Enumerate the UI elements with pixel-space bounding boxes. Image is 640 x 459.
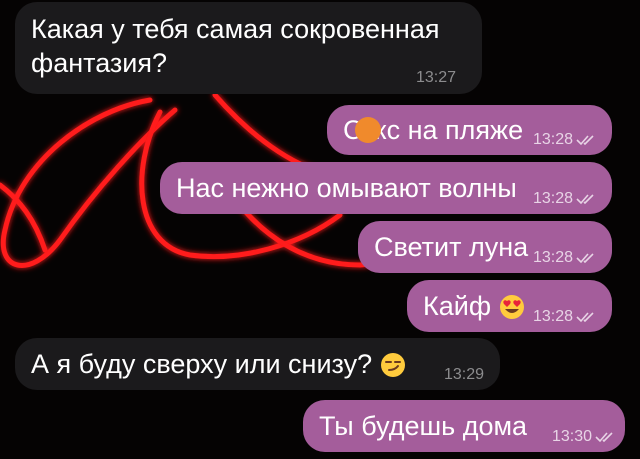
message-time: 13:30 (551, 428, 592, 445)
message-text: Нас нежно омывают волны (176, 173, 517, 203)
outgoing-message[interactable]: Светит луна 13:28 (358, 221, 612, 273)
message-text: Ты будешь дома (319, 411, 528, 441)
message-time: 13:27 (415, 69, 456, 86)
incoming-message[interactable]: А я буду сверху или снизу? 13:29 (15, 338, 500, 390)
read-checkmarks-icon (595, 432, 613, 443)
message-text: А я буду сверху или снизу? (31, 349, 373, 379)
message-text-line: фантазия? (31, 48, 168, 78)
message-time: 13:29 (443, 366, 484, 383)
message-text: Светит луна (374, 232, 529, 262)
message-time: 13:28 (532, 131, 573, 148)
message-text: Кайф (423, 291, 492, 321)
message-time: 13:28 (532, 308, 573, 325)
outgoing-message[interactable]: Кайф 13:28 (407, 280, 612, 332)
read-checkmarks-icon (576, 312, 594, 323)
message-text-line: Какая у тебя самая сокровенная (31, 14, 440, 44)
read-checkmarks-icon (576, 135, 594, 146)
incoming-message[interactable]: Какая у тебя самая сокровенная фантазия?… (15, 2, 482, 94)
censor-circle (354, 117, 381, 143)
message-text-end: кс на пляже (374, 115, 524, 145)
message-time: 13:28 (532, 249, 573, 266)
message-time: 13:28 (532, 190, 573, 207)
outgoing-message[interactable]: Нас нежно омывают волны 13:28 (160, 162, 612, 214)
heart-eyes-emoji-icon (499, 295, 524, 319)
read-checkmarks-icon (576, 194, 594, 205)
outgoing-message[interactable]: Ты будешь дома 13:30 (303, 400, 625, 452)
read-checkmarks-icon (576, 253, 594, 264)
smirk-emoji-icon (380, 353, 405, 377)
outgoing-message[interactable]: Скс на пляже 13:28 (327, 105, 612, 155)
